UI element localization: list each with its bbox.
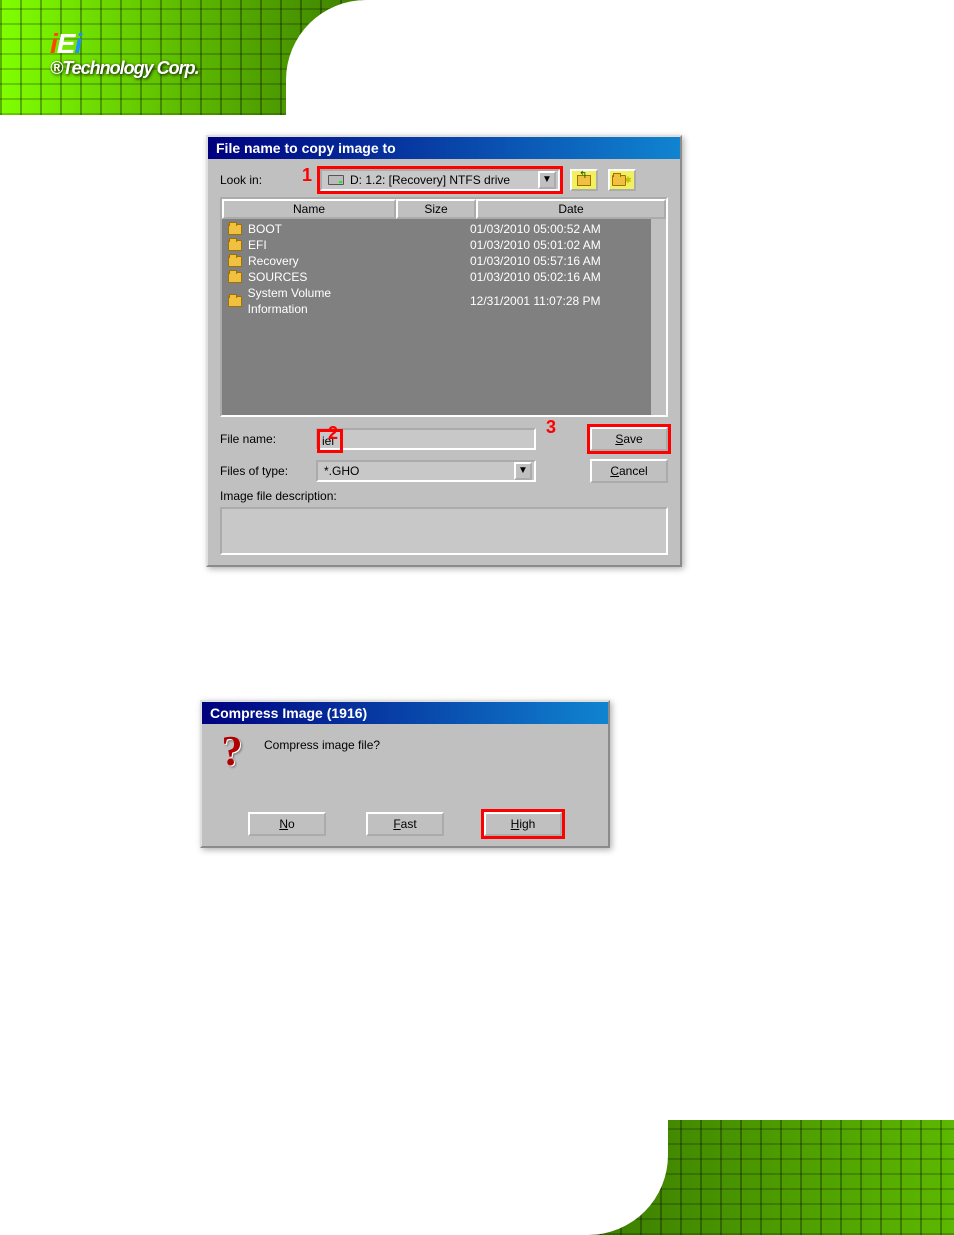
folder-icon — [228, 296, 242, 307]
header-banner: iEi ®Technology Corp. — [0, 0, 954, 115]
file-name-label: File name: — [220, 432, 310, 446]
list-item[interactable]: BOOT 01/03/2010 05:00:52 AM — [222, 221, 666, 237]
list-item[interactable]: EFI 01/03/2010 05:01:02 AM — [222, 237, 666, 253]
look-in-value: D: 1.2: [Recovery] NTFS drive — [350, 173, 510, 187]
list-item[interactable]: SOURCES 01/03/2010 05:02:16 AM — [222, 269, 666, 285]
callout-3: 3 — [546, 417, 556, 438]
compress-image-dialog: Compress Image (1916) ? Compress image f… — [200, 700, 610, 848]
question-icon: ? — [214, 734, 250, 770]
chevron-down-icon[interactable]: ▼ — [514, 462, 532, 480]
files-of-type-label: Files of type: — [220, 464, 310, 478]
folder-up-icon — [577, 175, 591, 186]
file-name-input[interactable]: iei — [316, 428, 536, 450]
dialog-title: File name to copy image to — [208, 137, 680, 159]
col-size-header[interactable]: Size — [396, 199, 476, 219]
folder-icon — [228, 240, 242, 251]
scrollbar[interactable] — [650, 219, 666, 415]
high-button[interactable]: High — [484, 812, 562, 836]
look-in-dropdown[interactable]: D: 1.2: [Recovery] NTFS drive ▼ — [320, 169, 560, 191]
image-description-input[interactable] — [220, 507, 668, 555]
files-of-type-dropdown[interactable]: *.GHO ▼ — [316, 460, 536, 482]
file-list-header: Name Size Date — [222, 199, 666, 219]
file-list[interactable]: Name Size Date BOOT 01/03/2010 05:00:52 … — [220, 197, 668, 417]
compress-prompt: Compress image file? — [264, 734, 380, 752]
up-folder-button[interactable] — [570, 169, 598, 191]
drive-icon — [328, 175, 344, 185]
cancel-button[interactable]: Cancel — [590, 459, 668, 483]
folder-new-icon: ✱ — [612, 175, 632, 186]
fast-button[interactable]: Fast — [366, 812, 444, 836]
no-button[interactable]: No — [248, 812, 326, 836]
col-date-header[interactable]: Date — [476, 199, 666, 219]
look-in-label: Look in: — [220, 173, 310, 187]
col-name-header[interactable]: Name — [222, 199, 396, 219]
folder-icon — [228, 272, 242, 283]
save-button[interactable]: Save — [590, 427, 668, 451]
list-item[interactable]: Recovery 01/03/2010 05:57:16 AM — [222, 253, 666, 269]
dialog-title: Compress Image (1916) — [202, 702, 608, 724]
header-swoosh — [286, 0, 954, 115]
folder-icon — [228, 224, 242, 235]
footer-banner — [0, 1120, 954, 1235]
folder-icon — [228, 256, 242, 267]
chevron-down-icon[interactable]: ▼ — [538, 171, 556, 189]
new-folder-button[interactable]: ✱ — [608, 169, 636, 191]
list-item[interactable]: System Volume Information 12/31/2001 11:… — [222, 285, 666, 317]
image-desc-label: Image file description: — [220, 489, 668, 503]
brand-logo: iEi ®Technology Corp. — [50, 28, 199, 79]
footer-swoosh — [0, 1120, 668, 1235]
file-save-dialog: File name to copy image to Look in: 1 D:… — [206, 135, 682, 567]
